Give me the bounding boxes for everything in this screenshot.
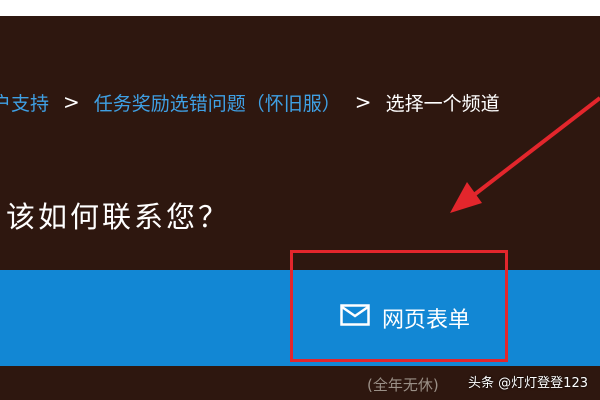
annotation-arrow (450, 96, 600, 213)
watermark: 头条 @灯灯登登123 (468, 376, 588, 391)
